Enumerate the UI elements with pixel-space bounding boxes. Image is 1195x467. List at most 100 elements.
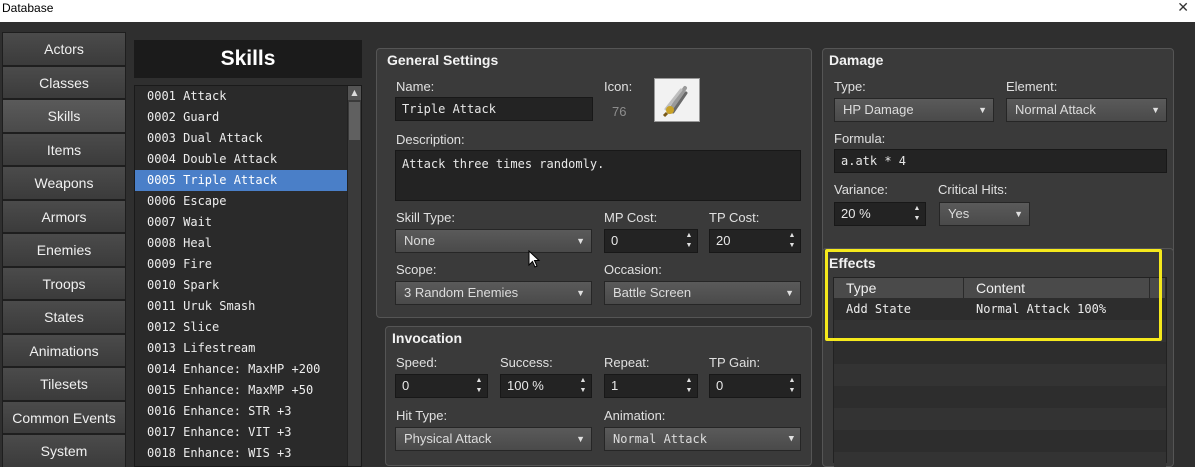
list-item[interactable]: 0013 Lifestream bbox=[135, 338, 347, 359]
speed-stepper[interactable]: 0 ▲ ▼ bbox=[395, 374, 488, 398]
chevron-down-icon: ▼ bbox=[576, 434, 585, 444]
tab-tilesets[interactable]: Tilesets bbox=[2, 367, 126, 401]
category-tabs: Actors Classes Skills Items Weapons Armo… bbox=[2, 32, 126, 467]
name-field[interactable]: Triple Attack bbox=[395, 97, 593, 121]
list-item[interactable]: 0010 Spark bbox=[135, 275, 347, 296]
success-label: Success: bbox=[500, 355, 553, 370]
tab-common-events[interactable]: Common Events bbox=[2, 400, 126, 434]
stepper-arrows-icon[interactable]: ▲ ▼ bbox=[788, 231, 796, 251]
occasion-value: Battle Screen bbox=[613, 285, 692, 300]
formula-field[interactable]: a.atk * 4 bbox=[834, 149, 1167, 173]
success-value: 100 % bbox=[507, 378, 544, 393]
hit-type-value: Physical Attack bbox=[404, 431, 492, 446]
effects-table[interactable]: Type Content Add State Normal Attack 100… bbox=[833, 277, 1167, 467]
tab-weapons[interactable]: Weapons bbox=[2, 166, 126, 200]
list-item[interactable]: 0001 Attack bbox=[135, 86, 347, 107]
window-titlebar: Database ✕ bbox=[0, 0, 1195, 22]
skill-type-select[interactable]: None ▼ bbox=[395, 229, 592, 253]
list-item[interactable]: 0012 Slice bbox=[135, 317, 347, 338]
list-item[interactable]: 0011 Uruk Smash bbox=[135, 296, 347, 317]
list-item[interactable]: 0017 Enhance: VIT +3 bbox=[135, 422, 347, 443]
scope-label: Scope: bbox=[396, 262, 437, 277]
tp-cost-value: 20 bbox=[716, 233, 731, 248]
occasion-label: Occasion: bbox=[604, 262, 662, 277]
chevron-down-icon: ▼ bbox=[1151, 105, 1160, 115]
scroll-thumb[interactable] bbox=[349, 102, 360, 140]
skills-list-scrollbar[interactable]: ▲ bbox=[347, 86, 361, 466]
database-workspace: Actors Classes Skills Items Weapons Armo… bbox=[0, 22, 1195, 467]
column-header-filler bbox=[1150, 278, 1166, 298]
skills-list-header: Skills bbox=[134, 40, 362, 78]
list-item[interactable]: 0016 Enhance: STR +3 bbox=[135, 401, 347, 422]
critical-hits-label: Critical Hits: bbox=[938, 182, 1008, 197]
stepper-arrows-icon[interactable]: ▲ ▼ bbox=[579, 376, 587, 396]
tab-troops[interactable]: Troops bbox=[2, 266, 126, 300]
variance-stepper[interactable]: 20 % ▲ ▼ bbox=[834, 202, 926, 226]
tp-gain-stepper[interactable]: 0 ▲ ▼ bbox=[709, 374, 801, 398]
element-select[interactable]: Normal Attack ▼ bbox=[1006, 98, 1167, 122]
table-row[interactable]: Add State Normal Attack 100% bbox=[834, 298, 1166, 320]
animation-value: Normal Attack bbox=[613, 432, 707, 446]
occasion-select[interactable]: Battle Screen ▼ bbox=[604, 281, 801, 305]
tp-gain-label: TP Gain: bbox=[709, 355, 761, 370]
list-item[interactable]: 0004 Double Attack bbox=[135, 149, 347, 170]
icon-index: 76 bbox=[612, 104, 627, 119]
success-stepper[interactable]: 100 % ▲ ▼ bbox=[500, 374, 592, 398]
mp-cost-stepper[interactable]: 0 ▲ ▼ bbox=[604, 229, 698, 253]
stepper-arrows-icon[interactable]: ▲ ▼ bbox=[913, 204, 921, 224]
tab-classes[interactable]: Classes bbox=[2, 65, 126, 99]
damage-type-select[interactable]: HP Damage ▼ bbox=[834, 98, 994, 122]
tab-enemies[interactable]: Enemies bbox=[2, 233, 126, 267]
scope-select[interactable]: 3 Random Enemies ▼ bbox=[395, 281, 592, 305]
list-item[interactable]: 0006 Escape bbox=[135, 191, 347, 212]
tab-actors[interactable]: Actors bbox=[2, 32, 126, 66]
list-item[interactable]: 0002 Guard bbox=[135, 107, 347, 128]
tab-states[interactable]: States bbox=[2, 300, 126, 334]
list-item[interactable]: 0008 Heal bbox=[135, 233, 347, 254]
element-label: Element: bbox=[1006, 79, 1058, 94]
list-item[interactable]: 0003 Dual Attack bbox=[135, 128, 347, 149]
description-label: Description: bbox=[396, 132, 465, 147]
hit-type-select[interactable]: Physical Attack ▼ bbox=[395, 427, 592, 451]
tab-items[interactable]: Items bbox=[2, 132, 126, 166]
list-item[interactable]: 0005 Triple Attack bbox=[135, 170, 347, 191]
list-item[interactable]: 0014 Enhance: MaxHP +200 bbox=[135, 359, 347, 380]
column-header-type[interactable]: Type bbox=[834, 278, 964, 298]
skill-icon-picker[interactable] bbox=[654, 78, 700, 122]
damage-type-value: HP Damage bbox=[843, 102, 914, 117]
chevron-down-icon: ▼ bbox=[788, 434, 794, 444]
chevron-down-icon: ▼ bbox=[1014, 209, 1023, 219]
mp-cost-value: 0 bbox=[611, 233, 619, 248]
icon-label: Icon: bbox=[604, 79, 633, 94]
stepper-arrows-icon[interactable]: ▲ ▼ bbox=[788, 376, 796, 396]
speed-value: 0 bbox=[402, 378, 410, 393]
chevron-down-icon: ▼ bbox=[978, 105, 987, 115]
damage-title: Damage bbox=[829, 52, 884, 68]
list-item[interactable]: 0018 Enhance: WIS +3 bbox=[135, 443, 347, 464]
animation-select[interactable]: Normal Attack ▼ bbox=[604, 427, 801, 451]
tp-gain-value: 0 bbox=[716, 378, 724, 393]
list-item[interactable]: 0009 Fire bbox=[135, 254, 347, 275]
tab-animations[interactable]: Animations bbox=[2, 333, 126, 367]
description-field[interactable]: Attack three times randomly. bbox=[395, 150, 801, 201]
close-icon[interactable]: ✕ bbox=[1177, 0, 1189, 16]
column-header-content[interactable]: Content bbox=[964, 278, 1150, 298]
list-item[interactable]: 0007 Wait bbox=[135, 212, 347, 233]
stepper-arrows-icon[interactable]: ▲ ▼ bbox=[685, 231, 693, 251]
scroll-up-icon[interactable]: ▲ bbox=[348, 86, 361, 100]
tab-armors[interactable]: Armors bbox=[2, 199, 126, 233]
critical-hits-value: Yes bbox=[948, 206, 970, 221]
tp-cost-stepper[interactable]: 20 ▲ ▼ bbox=[709, 229, 801, 253]
tab-system[interactable]: System bbox=[2, 434, 126, 467]
name-label: Name: bbox=[396, 79, 435, 94]
stepper-arrows-icon[interactable]: ▲ ▼ bbox=[475, 376, 483, 396]
table-row-stripe bbox=[834, 452, 1166, 467]
skills-list[interactable]: 0001 Attack 0002 Guard 0003 Dual Attack 000… bbox=[134, 85, 362, 467]
stepper-arrows-icon[interactable]: ▲ ▼ bbox=[685, 376, 693, 396]
tab-skills[interactable]: Skills bbox=[2, 99, 126, 133]
list-item[interactable]: 0015 Enhance: MaxMP +50 bbox=[135, 380, 347, 401]
repeat-stepper[interactable]: 1 ▲ ▼ bbox=[604, 374, 698, 398]
skill-type-label: Skill Type: bbox=[396, 210, 456, 225]
critical-hits-select[interactable]: Yes ▼ bbox=[939, 202, 1030, 226]
skill-type-value: None bbox=[404, 233, 436, 248]
